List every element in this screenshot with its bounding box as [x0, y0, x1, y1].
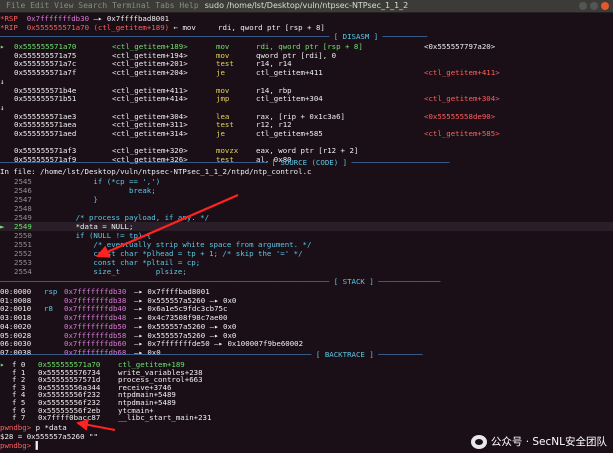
backtrace-header: ────────────────────────────────────────… — [0, 350, 423, 359]
wechat-icon — [470, 434, 487, 449]
source-line: 2549 /* process payload, if any. */ — [14, 213, 210, 222]
stack-row: 04:0020 0x7fffffffdb50 —▸ 0x555557a5260 —▸… — [0, 321, 237, 331]
source-line: 2554 size_t plsize; — [14, 267, 187, 276]
disasm-row: ▸ 0x555555571a70 <ctl_getitem+189> mov rdi, … — [0, 42, 496, 51]
disasm-row: 0x555555571aed <ctl_getitem+314> je ctl_get… — [14, 129, 500, 138]
window-titlebar: File Edit View Search Terminal Tabs Help… — [0, 0, 613, 13]
source-line: 2547 } — [14, 195, 98, 204]
disasm-row — [0, 138, 424, 147]
disasm-row: 0x555555571a7c <ctl_getitem+201> test r14, … — [14, 59, 292, 69]
stack-row: 01:0008 0x7fffffffdb38 —▸ 0x555557a5260 —▸… — [0, 295, 237, 305]
disasm-row: 0x555555571af3 <ctl_getitem+320> movzx eax,… — [14, 146, 359, 156]
disasm-row: 0x555555571b4e <ctl_getitem+411> mov r14, r… — [14, 85, 292, 95]
stack-header: ────────────────────────────────────────… — [0, 277, 441, 286]
disasm-row: 0x555555571aea <ctl_getitem+311> test r12, … — [14, 120, 292, 130]
disasm-row: ↓ — [0, 76, 5, 86]
source-line: 2548 — [14, 204, 32, 213]
register-rip: *RIP 0x555555571a70 (ctl_getitem+189) ← … — [0, 23, 325, 32]
disasm-row: 0x555555571b51 <ctl_getitem+414> jmp ctl_ge… — [14, 94, 500, 104]
maximize-button[interactable] — [590, 2, 598, 10]
source-file-label: In file: /home/lst/Desktop/vuln/ntpsec-N… — [0, 167, 312, 176]
close-button[interactable] — [601, 2, 609, 10]
source-line: 2545 if (*cp == ',') — [14, 177, 161, 186]
stack-row: 03:0018 0x7fffffffdb48 —▸ 0x4c73508f98c7ae… — [0, 313, 228, 323]
source-line: 2551 /* eventually strip white space fro… — [14, 240, 312, 249]
disasm-header: ────────────────────────────────────────… — [0, 32, 428, 41]
console-result: $28 = 0x555557a5260 "" — [0, 432, 98, 441]
source-line: 2546 break; — [14, 186, 156, 195]
terminal-window: File Edit View Search Terminal Tabs Help… — [0, 0, 613, 453]
console-prompt[interactable]: pwndbg> ▌ — [0, 441, 40, 450]
watermark: 公众号 · SecNL安全团队 — [470, 434, 607, 449]
console-command[interactable]: pwndbg> p *data — [0, 423, 67, 432]
stack-row: 02:0010 r8 0x7fffffffdb40 —▸ 0x6a1e5c9fdc3c… — [0, 304, 228, 314]
stack-row: 00:0000 rsp 0x7fffffffdb30 —▸ 0x7ffffbad800… — [0, 287, 210, 296]
disasm-row: 0x555555571a7f <ctl_getitem+204> je ctl_get… — [14, 68, 500, 78]
stack-row: 06:0030 0x7fffffffdb60 —▸ 0x7fffffffde50 —… — [0, 339, 304, 349]
source-line: 2553 const char *pltail = cp; — [14, 258, 201, 267]
register-rsp: *RSP 0x7fffffffdb30 —▸ 0x7ffffbad8001 — [0, 14, 170, 23]
disasm-row: 0x555555571ae3 <ctl_getitem+304> lea rax, [… — [14, 111, 496, 121]
source-current-line: ► 2549 *data = NULL; — [0, 222, 134, 231]
source-line: 2552 const char *plhead = tp + 1; /* ski… — [14, 249, 303, 258]
disasm-row: 0x555555571a75 <ctl_getitem+194> mov qword … — [14, 50, 337, 60]
arrow-to-console — [76, 418, 116, 431]
backtrace-row: f 7 0x7ffff0bacc87 __libc_start_main+231 — [12, 413, 212, 423]
disasm-row: ↓ — [0, 102, 5, 112]
stack-row: 05:0028 0x7fffffffdb58 —▸ 0x555557a5260 —▸… — [0, 330, 237, 340]
source-header: ────────────────────────────────────────… — [0, 158, 450, 167]
minimize-button[interactable] — [579, 2, 587, 10]
terminal-content[interactable]: *RSP 0x7fffffffdb30 —▸ 0x7ffffbad8001 *R… — [0, 13, 613, 453]
window-title: sudo /home/lst/Desktop/vuln/ntpsec-NTPse… — [204, 1, 409, 10]
source-line: 2550 if (NULL != tp) { — [14, 231, 152, 240]
